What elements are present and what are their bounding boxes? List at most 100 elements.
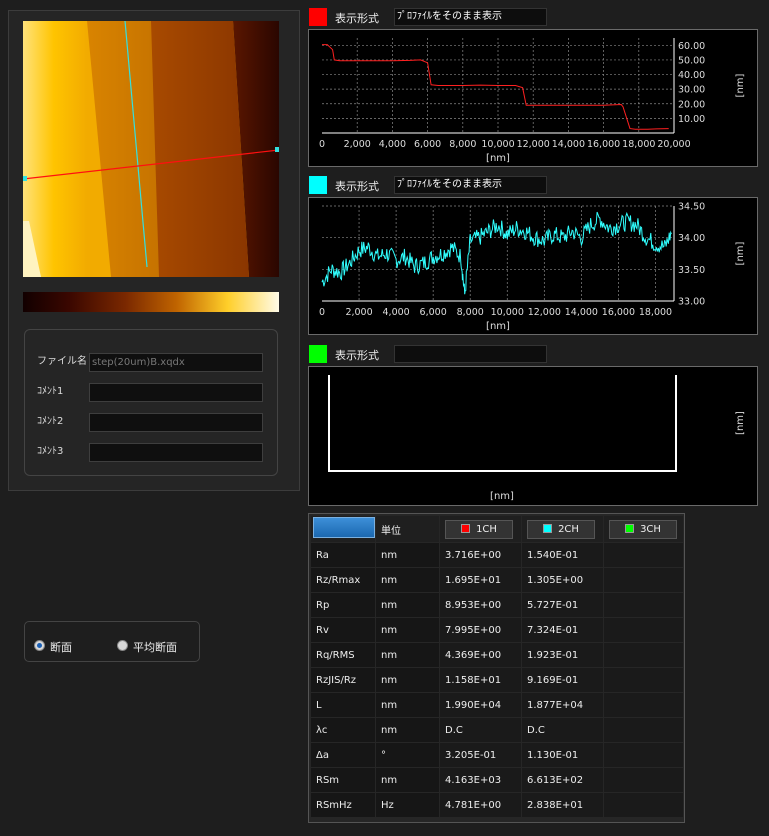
filename-field[interactable]: step(20um)B.xqdx [89, 353, 263, 372]
x-tick-label: 0 [319, 139, 325, 150]
x-tick-label: 10,000 [481, 139, 514, 150]
table-row: Ra nm 3.716E+00 1.540E-01 [310, 542, 684, 568]
ch1-header-label: 1CH [476, 523, 497, 535]
y-tick-label: 20.00 [678, 99, 705, 110]
y-unit-label: [nm] [735, 73, 746, 97]
param-name: Δa [310, 742, 376, 768]
ch1-value: 1.990E+04 [439, 692, 522, 718]
ch1-value: 4.781E+00 [439, 792, 522, 818]
ch1-value: 1.695E+01 [439, 567, 522, 593]
param-name: Ra [310, 542, 376, 568]
ch3-mode-label: 表示形式 [335, 349, 379, 362]
ch2-value: 2.838E+01 [521, 792, 604, 818]
ch1-value: 4.369E+00 [439, 642, 522, 668]
ch1-color-swatch[interactable] [309, 8, 327, 26]
table-row: Δa ° 3.205E-01 1.130E-01 [310, 742, 684, 768]
param-name: RSmHz [310, 792, 376, 818]
param-name: Rq/RMS [310, 642, 376, 668]
y-tick-label: 60.00 [678, 41, 705, 52]
ch2-color-swatch[interactable] [309, 176, 327, 194]
y-tick-label: 10.00 [678, 114, 705, 125]
ch1-mode-select[interactable]: ﾌﾟﾛﾌｧｲﾙをそのまま表示 [394, 8, 547, 26]
ch3-value [603, 567, 684, 593]
y-tick-label: 40.00 [678, 70, 705, 81]
ch1-value: D.C [439, 717, 522, 743]
average-section-radio[interactable] [117, 640, 128, 651]
x-tick-label: 8,000 [449, 139, 476, 150]
ch3-header-label: 3CH [640, 523, 661, 535]
ch2-header-label: 2CH [558, 523, 579, 535]
table-corner[interactable] [310, 515, 376, 543]
x-tick-label: 12,000 [528, 307, 561, 318]
ch3-mode-select[interactable] [394, 345, 547, 363]
ch3-profile-plot: [nm] [nm] [308, 366, 758, 506]
param-unit: Hz [375, 792, 440, 818]
table-corner-tab[interactable] [313, 517, 375, 538]
profile-line [321, 211, 672, 295]
x-tick-label: 16,000 [602, 307, 635, 318]
ch1-value: 3.716E+00 [439, 542, 522, 568]
comment2-label: ｺﾒﾝﾄ2 [37, 416, 64, 427]
comment2-field[interactable] [89, 413, 263, 432]
section-radio-label[interactable]: 断面 [50, 639, 72, 655]
afm-height-image[interactable] [23, 21, 279, 277]
ch2-value: 5.727E-01 [521, 592, 604, 618]
ch2-value: 1.540E-01 [521, 542, 604, 568]
y-tick-label: 34.00 [678, 233, 705, 244]
ch1-profile-chart: 0 2,000 4,000 6,000 8,000 10,000 12,000 14,000 1… [319, 38, 746, 164]
filename-label: ファイル名 [37, 356, 87, 367]
y-tick-label: 34.50 [678, 202, 705, 213]
ch3-color-swatch[interactable] [309, 345, 327, 363]
param-name: λc [310, 717, 376, 743]
profile-line [322, 44, 669, 130]
ch1-value: 1.158E+01 [439, 667, 522, 693]
table-row: RSmHz Hz 4.781E+00 2.838E+01 [310, 792, 684, 818]
ch3-value [603, 542, 684, 568]
x-tick-label: 0 [319, 307, 325, 318]
comment1-field[interactable] [89, 383, 263, 402]
x-unit-label: [nm] [486, 153, 510, 164]
table-row: RSm nm 4.163E+03 6.613E+02 [310, 767, 684, 793]
ch3-y-unit: [nm] [735, 411, 746, 435]
x-unit-label: [nm] [486, 321, 510, 332]
ch3-value [603, 692, 684, 718]
x-tick-label: 6,000 [414, 139, 441, 150]
ch3-value [603, 792, 684, 818]
ch2-profile-plot: 0 2,000 4,000 6,000 8,000 10,000 12,000 14,000 1… [308, 197, 758, 335]
param-unit: nm [375, 642, 440, 668]
x-tick-label: 2,000 [345, 307, 372, 318]
table-row: Rp nm 8.953E+00 5.727E-01 [310, 592, 684, 618]
param-unit: nm [375, 667, 440, 693]
ch3-x-unit: [nm] [490, 491, 514, 502]
ch3-value [603, 767, 684, 793]
x-tick-label: 20,000 [657, 139, 690, 150]
x-tick-label: 10,000 [491, 307, 524, 318]
ch3-header-swatch [625, 523, 635, 533]
x-tick-label: 14,000 [552, 139, 585, 150]
param-unit: nm [375, 542, 440, 568]
section-radio[interactable] [34, 640, 45, 651]
ch3-value [603, 642, 684, 668]
comment1-label: ｺﾒﾝﾄ1 [37, 386, 64, 397]
ch1-profile-plot: 0 2,000 4,000 6,000 8,000 10,000 12,000 14,000 1… [308, 29, 758, 167]
y-tick-label: 33.50 [678, 265, 705, 276]
file-info-group: ファイル名 step(20um)B.xqdx ｺﾒﾝﾄ1 ｺﾒﾝﾄ2 ｺﾒﾝﾄ3 [24, 329, 278, 476]
y-tick-label: 30.00 [678, 85, 705, 96]
ch2-value: 1.877E+04 [521, 692, 604, 718]
ch1-value: 8.953E+00 [439, 592, 522, 618]
ch2-value: D.C [521, 717, 604, 743]
roughness-table: 単位 1CH 2CH 3CH Ra nm 3.716E+00 1.540E-01 Rz/… [308, 513, 685, 823]
ch1-header[interactable]: 1CH [439, 515, 522, 543]
ch2-mode-select[interactable]: ﾌﾟﾛﾌｧｲﾙをそのまま表示 [394, 176, 547, 194]
param-unit: nm [375, 767, 440, 793]
param-unit: nm [375, 617, 440, 643]
param-name: L [310, 692, 376, 718]
table-header-row: 単位 1CH 2CH 3CH [310, 515, 684, 543]
ch2-header[interactable]: 2CH [521, 515, 604, 543]
ch3-header[interactable]: 3CH [603, 515, 684, 543]
ch3-empty-axes [328, 375, 677, 472]
comment3-field[interactable] [89, 443, 263, 462]
average-section-radio-label[interactable]: 平均断面 [133, 639, 177, 655]
x-tick-label: 8,000 [457, 307, 484, 318]
param-name: RzJIS/Rz [310, 667, 376, 693]
